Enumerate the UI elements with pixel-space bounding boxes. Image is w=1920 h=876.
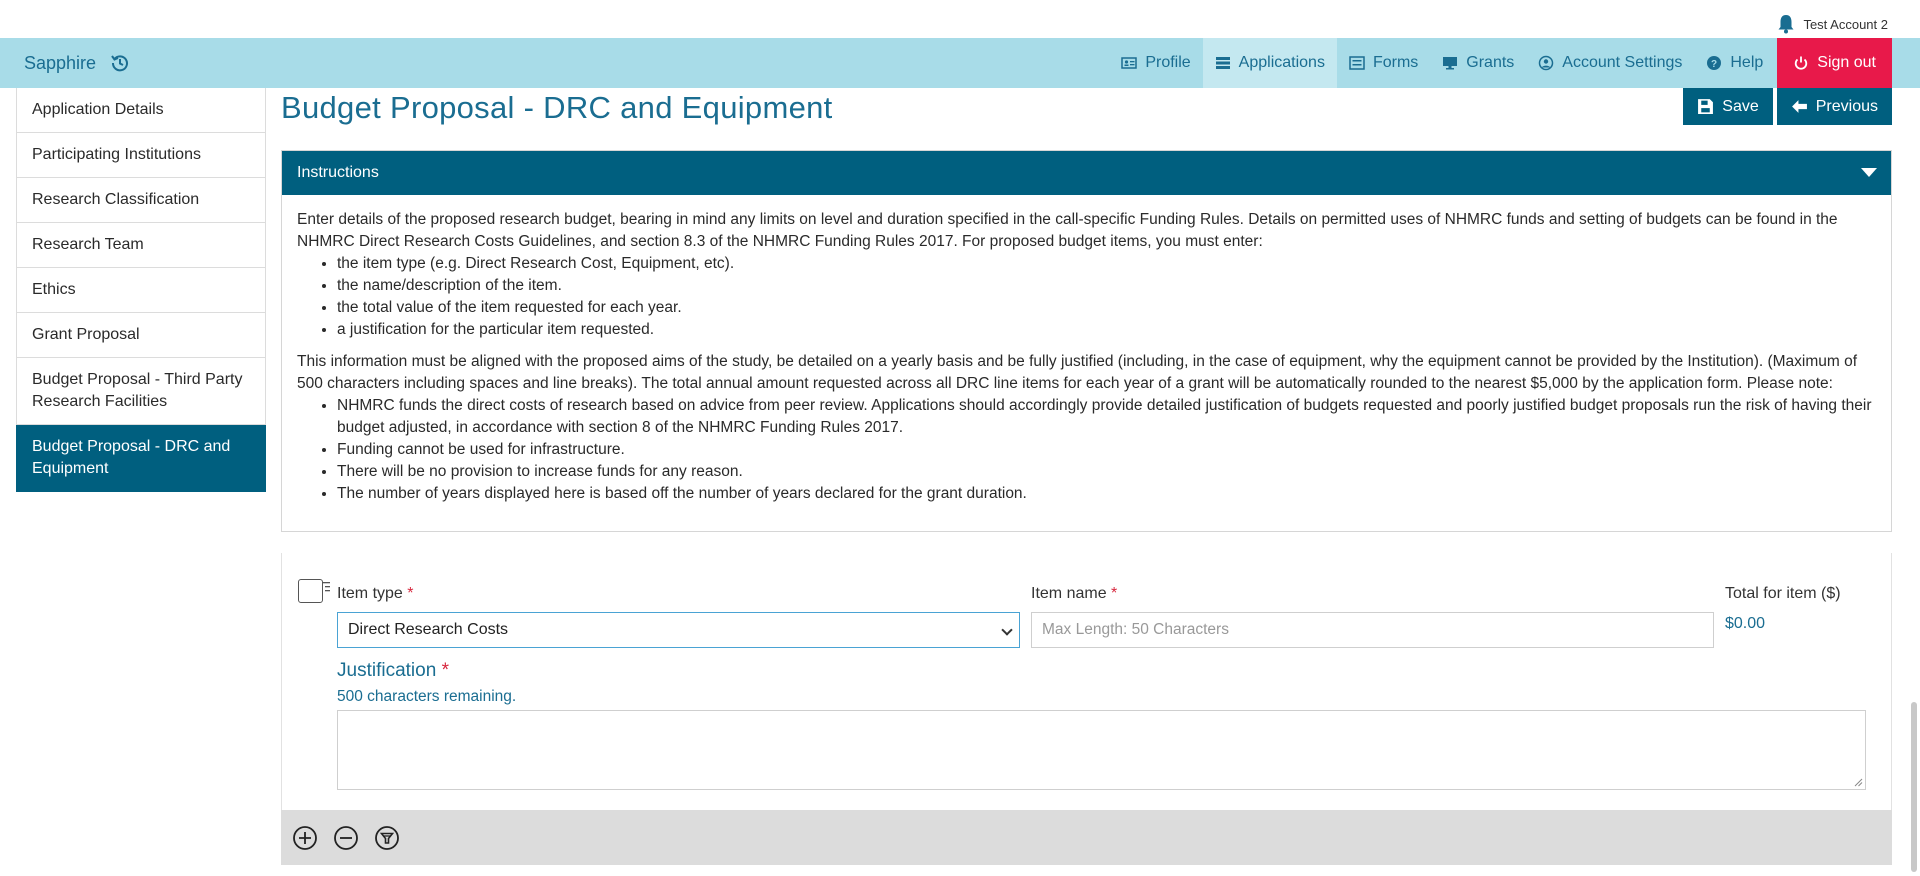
instructions-heading: Instructions bbox=[297, 164, 379, 181]
notes-list: NHMRC funds the direct costs of research… bbox=[297, 395, 1876, 505]
sidebar-item-grant-proposal[interactable]: Grant Proposal bbox=[16, 313, 266, 358]
list-item: the total value of the item requested fo… bbox=[337, 297, 1876, 319]
sidebar-item-budget-third-party[interactable]: Budget Proposal - Third Party Research F… bbox=[16, 358, 266, 425]
previous-button[interactable]: Previous bbox=[1776, 88, 1892, 125]
instructions-header[interactable]: Instructions bbox=[282, 151, 1891, 195]
nav-sign-out-label: Sign out bbox=[1817, 54, 1876, 71]
add-icon[interactable] bbox=[292, 825, 318, 851]
list-item: a justification for the particular item … bbox=[337, 319, 1876, 341]
item-type-select[interactable]: Direct Research Costs bbox=[337, 612, 1020, 648]
required-fields-list: the item type (e.g. Direct Research Cost… bbox=[297, 253, 1876, 341]
instructions-body: Enter details of the proposed research b… bbox=[282, 195, 1891, 531]
user-circle-icon bbox=[1539, 55, 1554, 71]
nav-sign-out[interactable]: Sign out bbox=[1777, 38, 1892, 88]
item-type-label: Item type * bbox=[337, 585, 414, 603]
item-name-placeholder: Max Length: 50 Characters bbox=[1042, 621, 1229, 638]
instructions-panel: Instructions Enter details of the propos… bbox=[281, 150, 1892, 532]
item-name-label: Item name * bbox=[1031, 585, 1117, 603]
save-label: Save bbox=[1722, 97, 1759, 115]
monitor-icon bbox=[1443, 57, 1458, 70]
justification-label: Justification * bbox=[337, 660, 449, 682]
nav-applications-label: Applications bbox=[1238, 54, 1325, 71]
list-icon bbox=[1215, 57, 1230, 69]
nav-account-settings-label: Account Settings bbox=[1562, 54, 1683, 71]
nav-profile[interactable]: Profile bbox=[1109, 38, 1202, 88]
remove-icon[interactable] bbox=[333, 825, 359, 851]
bell-icon[interactable] bbox=[1777, 14, 1795, 34]
list-item: Funding cannot be used for infrastructur… bbox=[337, 439, 1876, 461]
nav-help-label: Help bbox=[1730, 54, 1764, 71]
sidebar-item-application-details[interactable]: Application Details bbox=[16, 88, 266, 133]
page-title: Budget Proposal - DRC and Equipment bbox=[281, 90, 833, 125]
previous-label: Previous bbox=[1815, 97, 1878, 115]
nav-grants-label: Grants bbox=[1466, 54, 1515, 71]
save-icon bbox=[1698, 99, 1714, 114]
sidebar-item-participating-institutions[interactable]: Participating Institutions bbox=[16, 133, 266, 178]
item-name-input[interactable]: Max Length: 50 Characters bbox=[1031, 612, 1714, 648]
nav-bar: Sapphire Profile Applications Forms Gran… bbox=[0, 38, 1920, 88]
sidebar-item-research-classification[interactable]: Research Classification bbox=[16, 178, 266, 223]
top-strip: Test Account 2 bbox=[0, 0, 1920, 38]
item-type-value: Direct Research Costs bbox=[348, 621, 509, 638]
sidebar: Application Details Participating Instit… bbox=[16, 88, 266, 492]
arrow-left-icon bbox=[1791, 100, 1807, 113]
brand[interactable]: Sapphire bbox=[24, 38, 130, 88]
form-icon bbox=[1349, 56, 1365, 70]
save-button[interactable]: Save bbox=[1683, 88, 1773, 125]
item-name-label-text: Item name bbox=[1031, 585, 1107, 602]
scrollbar-thumb[interactable] bbox=[1911, 702, 1917, 872]
brand-name[interactable]: Sapphire bbox=[24, 53, 96, 74]
filter-icon[interactable] bbox=[374, 825, 400, 851]
sidebar-item-research-team[interactable]: Research Team bbox=[16, 223, 266, 268]
page-actions: Save Previous bbox=[1683, 88, 1892, 125]
required-marker: * bbox=[1111, 585, 1118, 602]
resize-grip-icon[interactable] bbox=[1853, 777, 1863, 787]
caret-down-icon[interactable] bbox=[1861, 168, 1877, 177]
sidebar-item-budget-drc-equipment[interactable]: Budget Proposal - DRC and Equipment bbox=[16, 425, 266, 492]
list-item: The number of years displayed here is ba… bbox=[337, 483, 1876, 505]
characters-remaining: 500 characters remaining. bbox=[337, 688, 517, 705]
history-icon[interactable] bbox=[110, 53, 130, 73]
list-item: the item type (e.g. Direct Research Cost… bbox=[337, 253, 1876, 275]
justification-label-text: Justification bbox=[337, 660, 437, 681]
nav-forms[interactable]: Forms bbox=[1337, 38, 1430, 88]
account-name[interactable]: Test Account 2 bbox=[1803, 17, 1888, 32]
instructions-intro: Enter details of the proposed research b… bbox=[297, 211, 1838, 250]
total-for-item-value: $0.00 bbox=[1725, 615, 1766, 632]
required-marker: * bbox=[407, 585, 414, 602]
required-marker: * bbox=[441, 660, 449, 681]
total-for-item-label: Total for item ($) bbox=[1725, 585, 1841, 602]
question-circle-icon: ? bbox=[1707, 56, 1722, 70]
item-select-checkbox[interactable] bbox=[298, 579, 323, 603]
item-type-label-text: Item type bbox=[337, 585, 403, 602]
item-toolbar bbox=[281, 810, 1892, 865]
chevron-down-icon bbox=[1001, 624, 1013, 636]
nav-help[interactable]: ? Help bbox=[1694, 38, 1775, 88]
sidebar-item-ethics[interactable]: Ethics bbox=[16, 268, 266, 313]
power-icon bbox=[1795, 56, 1808, 70]
list-item: NHMRC funds the direct costs of research… bbox=[337, 395, 1876, 439]
id-card-icon bbox=[1121, 57, 1138, 69]
nav-items: Profile Applications Forms Grants Accoun… bbox=[1109, 38, 1892, 88]
nav-forms-label: Forms bbox=[1372, 54, 1419, 71]
budget-item-form: Item type * Direct Research Costs Item n… bbox=[281, 553, 1892, 810]
list-item: the name/description of the item. bbox=[337, 275, 1876, 297]
instructions-alignment: This information must be aligned with th… bbox=[297, 353, 1858, 392]
justification-textarea[interactable] bbox=[337, 710, 1866, 790]
nav-grants[interactable]: Grants bbox=[1430, 38, 1526, 88]
nav-profile-label: Profile bbox=[1145, 54, 1191, 71]
svg-text:?: ? bbox=[1711, 59, 1717, 70]
account-area[interactable]: Test Account 2 bbox=[1777, 14, 1888, 34]
nav-applications[interactable]: Applications bbox=[1202, 38, 1337, 88]
page-scrollbar[interactable] bbox=[1908, 88, 1920, 876]
nav-account-settings[interactable]: Account Settings bbox=[1526, 38, 1694, 88]
drag-handle-icon[interactable] bbox=[323, 581, 331, 595]
list-item: There will be no provision to increase f… bbox=[337, 461, 1876, 483]
